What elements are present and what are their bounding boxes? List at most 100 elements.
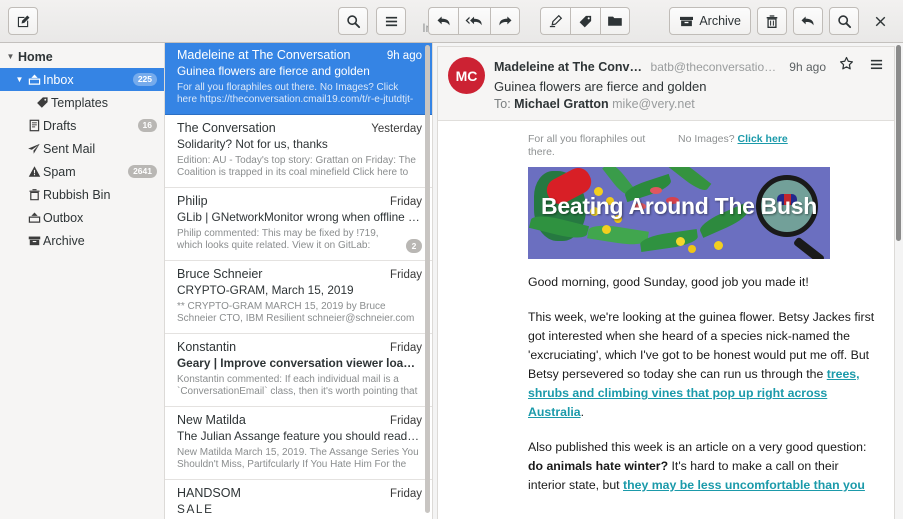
newsletter-banner-image: Beating Around The Bush [528,167,830,259]
sidebar-item-label: Home [18,50,53,64]
avatar: MC [448,57,485,94]
paragraph-text: This week, we're looking at the guinea f… [528,310,874,381]
message-list: ablink.editorial.theguardian.com/mpss/c/… [165,43,432,519]
sidebar-item-label: Inbox [43,73,74,87]
email-sender-address: batb@theconversation.… [651,60,783,74]
message-sender: Bruce Schneier [177,267,384,281]
draft-icon [26,119,42,132]
message-date: Friday [390,269,422,281]
scrollbar-thumb[interactable] [896,45,901,241]
search-icon [346,14,361,29]
message-preview: New Matilda March 15, 2019. The Assange … [177,447,422,472]
email-header: MC Madeleine at The Conve… batb@theconve… [438,47,894,121]
message-sender: The Conversation [177,121,365,135]
mail-actions-group [540,7,630,35]
email-paragraph-3: Also published this week is an article o… [528,438,878,495]
sidebar-item-sent-mail[interactable]: Sent Mail [0,137,164,160]
message-preview: Konstantin commented: If each individual… [177,374,422,399]
message-subject: Solidarity? Not for us, thanks [177,137,422,151]
sidebar-item-spam[interactable]: Spam 2641 [0,160,164,183]
sidebar-item-label: Archive [43,234,85,248]
chevron-down-icon[interactable]: ▼ [13,75,26,84]
label-button[interactable] [570,7,600,35]
delete-button[interactable] [757,7,787,35]
forward-button[interactable] [490,7,520,35]
email-menu-icon[interactable] [869,58,884,76]
sidebar-item-label: Drafts [43,119,76,133]
main-menu-button[interactable] [376,7,406,35]
mark-button[interactable] [540,7,570,35]
email-card: MC Madeleine at The Conve… batb@theconve… [437,46,895,519]
sidebar-item-inbox[interactable]: ▼ Inbox 225 [0,68,164,91]
table-row[interactable]: Madeleine at The Conversation 9h ago Gui… [165,43,432,115]
sidebar-item-outbox[interactable]: Outbox [0,206,164,229]
undo-button[interactable] [793,7,823,35]
table-row[interactable]: HANDSOM Friday SALE Up to 30% off in-sto… [165,480,432,519]
message-list-panel: ablink.editorial.theguardian.com/mpss/c/… [165,43,433,519]
email-recipients: To: Michael Gratton mike@very.net [494,97,884,111]
sidebar-item-drafts[interactable]: Drafts 16 [0,114,164,137]
sidebar-item-label: Templates [51,96,108,110]
sidebar-item-label: Sent Mail [43,142,95,156]
star-icon[interactable] [839,56,854,76]
reply-all-icon [465,14,484,28]
message-list-scrollbar[interactable] [424,43,431,519]
email-meta: Madeleine at The Conve… batb@theconversa… [494,56,884,111]
main-content: ▼ Home ▼ Inbox 225 [0,43,903,519]
chevron-down-icon[interactable]: ▼ [4,52,17,61]
unread-badge: 16 [138,119,157,132]
reading-pane-scrollbar[interactable] [894,43,903,519]
message-subject: Guinea flowers are fierce and golden [177,64,422,78]
article-link-winter[interactable]: they may be less uncomfortable than you [623,478,865,492]
spam-icon [26,165,42,178]
to-label: To: [494,97,511,111]
email-body: For all you floraphiles out there. No Im… [438,121,894,495]
email-preheader: For all you floraphiles out there. No Im… [528,133,878,159]
sidebar-item-label: Rubbish Bin [43,188,110,202]
sidebar-item-archive[interactable]: Archive [0,229,164,252]
reading-pane: MC Madeleine at The Conve… batb@theconve… [433,43,903,519]
message-preview: ** CRYPTO-GRAM MARCH 15, 2019 by Bruce S… [177,301,422,326]
message-sender: New Matilda [177,413,384,427]
message-subject: CRYPTO-GRAM, March 15, 2019 [177,283,422,297]
search-button[interactable] [338,7,368,35]
reply-button[interactable] [428,7,458,35]
find-button[interactable] [829,7,859,35]
table-row[interactable]: Philip Friday GLib | GNetworkMonitor wro… [165,188,432,261]
message-date: Friday [390,488,422,500]
move-button[interactable] [600,7,630,35]
table-row[interactable]: The Conversation Yesterday Solidarity? N… [165,115,432,188]
sidebar-item-templates[interactable]: Templates [0,91,164,114]
close-window-button[interactable] [865,7,895,35]
message-subject: The Julian Assange feature you should re… [177,429,422,443]
email-paragraph-1: Good morning, good Sunday, good job you … [528,273,878,292]
sidebar-item-label: Outbox [43,211,83,225]
email-subject: Guinea flowers are fierce and golden [494,79,884,94]
conversation-count-badge: 2 [406,239,422,253]
email-client-window: Home Inbox (225) [0,0,903,519]
sent-icon [26,142,42,155]
message-preview: For all you floraphiles out there. No Im… [177,82,422,107]
message-date: Friday [390,196,422,208]
message-preview: Edition: AU - Today's top story: Grattan… [177,155,422,180]
email-timestamp: 9h ago [789,60,826,74]
sidebar-item-home[interactable]: ▼ Home [0,45,164,68]
reply-button-group [428,7,520,35]
message-date: Friday [390,342,422,354]
table-row[interactable]: Konstantin Friday Geary | Improve conver… [165,334,432,407]
view-online-link[interactable]: Click here [738,133,788,145]
reply-all-button[interactable] [458,7,490,35]
message-sender: Madeleine at The Conversation [177,48,381,62]
archive-icon [679,15,694,28]
search-icon [837,14,852,29]
header-search-group [338,7,630,35]
archive-button[interactable]: Archive [669,7,751,35]
recipient-name: Michael Gratton [514,97,608,111]
scrollbar-thumb[interactable] [425,45,430,513]
folder-icon [607,14,623,28]
compose-icon [16,14,31,29]
compose-button[interactable] [8,7,38,35]
table-row[interactable]: Bruce Schneier Friday CRYPTO-GRAM, March… [165,261,432,334]
table-row[interactable]: New Matilda Friday The Julian Assange fe… [165,407,432,480]
sidebar-item-rubbish-bin[interactable]: Rubbish Bin [0,183,164,206]
